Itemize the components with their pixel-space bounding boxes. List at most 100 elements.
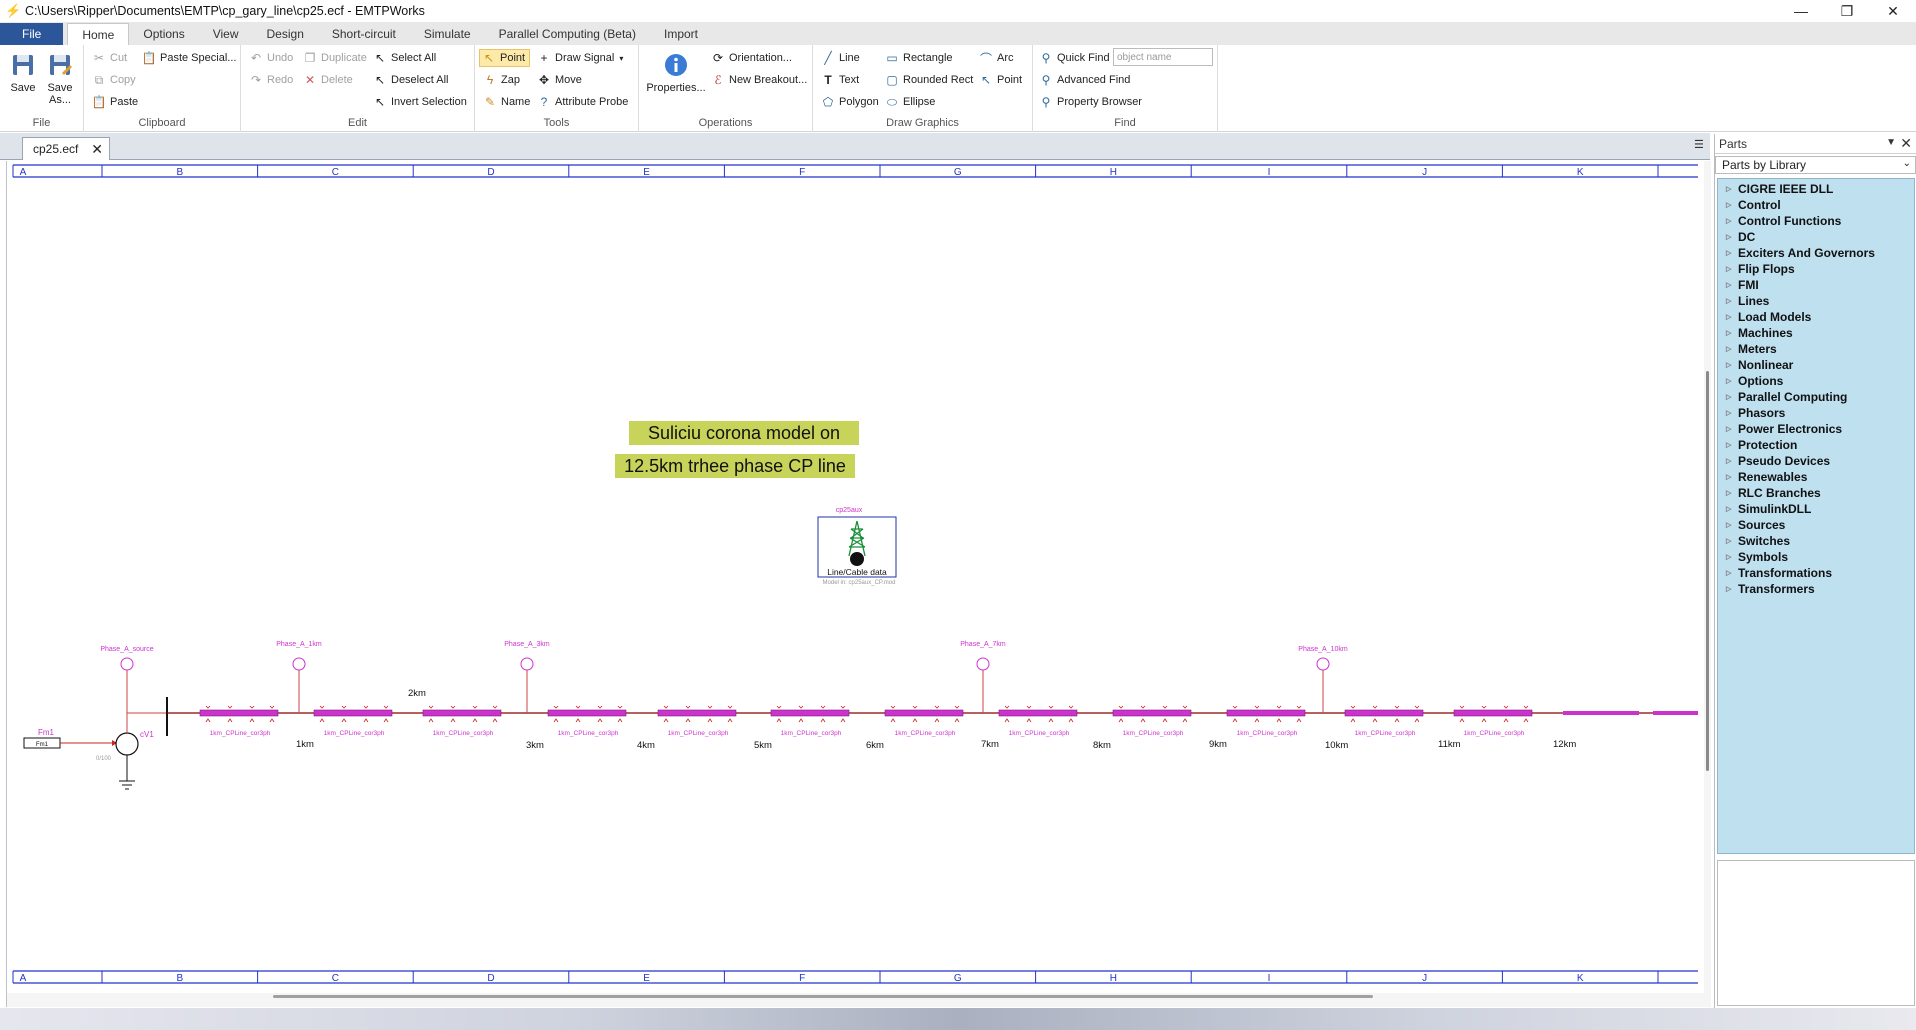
library-item[interactable]: ▷ Transformations <box>1718 565 1914 581</box>
point-draw-button[interactable]: ↖ Point <box>979 73 1022 87</box>
expand-icon[interactable]: ▷ <box>1726 377 1738 385</box>
library-item[interactable]: ▷ Symbols <box>1718 549 1914 565</box>
delete-button[interactable]: ✕ Delete <box>303 73 353 87</box>
save-button[interactable]: Save <box>6 51 40 94</box>
quick-find-input[interactable]: object name <box>1113 48 1213 66</box>
probe-icon[interactable] <box>976 657 990 671</box>
undo-button[interactable]: ↶ Undo <box>249 51 293 65</box>
draw-signal-button[interactable]: + Draw Signal ▾ <box>537 51 623 65</box>
probe-source-icon[interactable] <box>120 657 134 671</box>
expand-icon[interactable]: ▷ <box>1726 345 1738 353</box>
cp-line-segment[interactable]: 1km_CPLine_cor3ph <box>1112 705 1192 737</box>
cp-line-segment[interactable]: 1km_CPLine_cor3ph <box>199 705 279 737</box>
library-item[interactable]: ▷ Power Electronics <box>1718 421 1914 437</box>
expand-icon[interactable]: ▷ <box>1726 425 1738 433</box>
pin-icon[interactable]: ▼ <box>1886 137 1896 148</box>
parts-library-selector[interactable]: Parts by Library ⌄ <box>1715 156 1916 174</box>
library-item[interactable]: ▷ FMI <box>1718 277 1914 293</box>
tab-parallel-computing[interactable]: Parallel Computing (Beta) <box>485 23 650 45</box>
probe-icon[interactable] <box>1316 657 1330 671</box>
expand-icon[interactable]: ▷ <box>1726 185 1738 193</box>
probe-icon[interactable] <box>292 657 306 671</box>
attribute-probe-button[interactable]: ? Attribute Probe <box>537 95 629 109</box>
library-item[interactable]: ▷ Control Functions <box>1718 213 1914 229</box>
property-browser-button[interactable]: ⚲ Property Browser <box>1039 95 1142 109</box>
library-item[interactable]: ▷ CIGRE IEEE DLL <box>1718 181 1914 197</box>
cp-line-segment[interactable]: 1km_CPLine_cor3ph <box>1226 705 1306 737</box>
library-item[interactable]: ▷ Control <box>1718 197 1914 213</box>
tab-list-icon[interactable]: ☰ <box>1694 138 1704 151</box>
paste-special-button[interactable]: 📋 Paste Special... <box>142 51 237 65</box>
rounded-rect-button[interactable]: ▢ Rounded Rect <box>885 73 973 87</box>
maximize-button[interactable]: ❐ <box>1824 0 1870 22</box>
line-button[interactable]: ╱ Line <box>821 51 859 65</box>
cp-line-segment[interactable]: 1km_CPLine_cor3ph <box>1453 705 1533 737</box>
library-item[interactable]: ▷ Exciters And Governors <box>1718 245 1914 261</box>
library-item[interactable]: ▷ Renewables <box>1718 469 1914 485</box>
expand-icon[interactable]: ▷ <box>1726 393 1738 401</box>
voltage-probe[interactable]: Phase_A_10km <box>1298 646 1348 713</box>
expand-icon[interactable]: ▷ <box>1726 249 1738 257</box>
tab-import[interactable]: Import <box>650 23 712 45</box>
save-as-button[interactable]: Save As... <box>42 51 78 106</box>
diagram-title-line2[interactable]: 12.5km trhee phase CP line <box>624 456 846 476</box>
paste-button[interactable]: 📋 Paste <box>92 95 139 109</box>
expand-icon[interactable]: ▷ <box>1726 297 1738 305</box>
expand-icon[interactable]: ▷ <box>1726 537 1738 545</box>
voltage-source-icon[interactable] <box>115 732 139 756</box>
expand-icon[interactable]: ▷ <box>1726 521 1738 529</box>
expand-icon[interactable]: ▷ <box>1726 313 1738 321</box>
orientation-button[interactable]: ⟳ Orientation... <box>711 51 792 65</box>
library-item[interactable]: ▷ RLC Branches <box>1718 485 1914 501</box>
line-cable-data-block[interactable]: cp25aux Line/Cable data Model in: cp25au… <box>817 507 897 586</box>
cp-line-segment-partial[interactable] <box>1563 711 1639 715</box>
library-item[interactable]: ▷ Machines <box>1718 325 1914 341</box>
library-item[interactable]: ▷ Options <box>1718 373 1914 389</box>
advanced-find-button[interactable]: ⚲ Advanced Find <box>1039 73 1131 87</box>
tab-view[interactable]: View <box>199 23 253 45</box>
expand-icon[interactable]: ▷ <box>1726 281 1738 289</box>
diagram-title-line1[interactable]: Suliciu corona model on <box>648 423 840 443</box>
cp-line-segment[interactable]: 1km_CPLine_cor3ph <box>422 705 502 737</box>
quick-find-button[interactable]: ⚲ Quick Find <box>1039 51 1110 65</box>
expand-icon[interactable]: ▷ <box>1726 441 1738 449</box>
tab-options[interactable]: Options <box>129 23 198 45</box>
name-button[interactable]: ✎ Name <box>483 95 530 109</box>
library-item[interactable]: ▷ Switches <box>1718 533 1914 549</box>
cp-line-segment[interactable]: 1km_CPLine_cor3ph <box>1344 705 1424 737</box>
move-button[interactable]: ✥ Move <box>537 73 582 87</box>
expand-icon[interactable]: ▷ <box>1726 201 1738 209</box>
duplicate-button[interactable]: ❐ Duplicate <box>303 51 367 65</box>
minimize-button[interactable]: — <box>1778 0 1824 22</box>
close-button[interactable]: ✕ <box>1870 0 1916 22</box>
library-item[interactable]: ▷ Parallel Computing <box>1718 389 1914 405</box>
copy-button[interactable]: ⧉ Copy <box>92 73 136 87</box>
expand-icon[interactable]: ▷ <box>1726 361 1738 369</box>
document-tab[interactable]: cp25.ecf ✕ <box>22 137 110 160</box>
cp-line-segment[interactable]: 1km_CPLine_cor3ph <box>547 705 627 737</box>
library-item[interactable]: ▷ Nonlinear <box>1718 357 1914 373</box>
polygon-button[interactable]: ⬠ Polygon <box>821 95 879 109</box>
expand-icon[interactable]: ▷ <box>1726 329 1738 337</box>
expand-icon[interactable]: ▷ <box>1726 217 1738 225</box>
probe-icon[interactable] <box>520 657 534 671</box>
expand-icon[interactable]: ▷ <box>1726 505 1738 513</box>
close-panel-icon[interactable]: ✕ <box>1900 135 1912 152</box>
expand-icon[interactable]: ▷ <box>1726 489 1738 497</box>
library-item[interactable]: ▷ Transformers <box>1718 581 1914 597</box>
expand-icon[interactable]: ▷ <box>1726 409 1738 417</box>
redo-button[interactable]: ↷ Redo <box>249 73 293 87</box>
cp-line-segment[interactable]: 1km_CPLine_cor3ph <box>657 705 737 737</box>
cp-line-segment[interactable]: 1km_CPLine_cor3ph <box>998 705 1078 737</box>
library-item[interactable]: ▷ Pseudo Devices <box>1718 453 1914 469</box>
library-item[interactable]: ▷ Load Models <box>1718 309 1914 325</box>
tab-short-circuit[interactable]: Short-circuit <box>318 23 410 45</box>
schematic-svg[interactable]: A B C D E F G H I J K A B C D E F G H I J K Suliciu corona m… <box>7 161 1704 993</box>
properties-button[interactable]: Properties... <box>646 51 706 94</box>
library-item[interactable]: ▷ Flip Flops <box>1718 261 1914 277</box>
library-item[interactable]: ▷ Sources <box>1718 517 1914 533</box>
library-item[interactable]: ▷ Lines <box>1718 293 1914 309</box>
expand-icon[interactable]: ▷ <box>1726 569 1738 577</box>
cut-button[interactable]: ✂ Cut <box>92 51 127 65</box>
voltage-probe[interactable]: Phase_A_7km <box>960 641 1006 713</box>
